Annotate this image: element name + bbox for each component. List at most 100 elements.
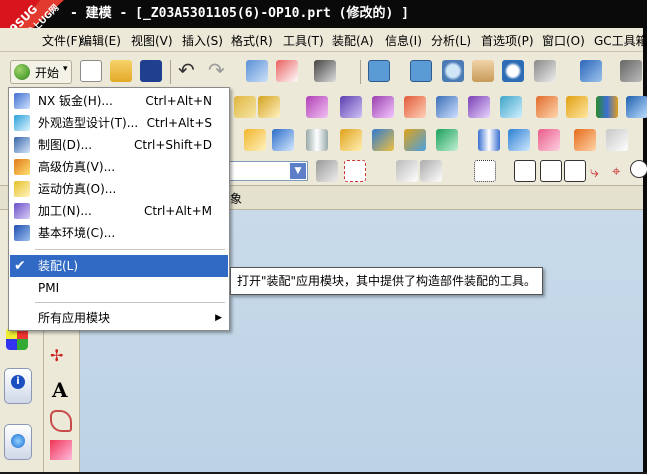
patch-icon[interactable] (606, 129, 628, 151)
trim-body-icon[interactable] (566, 96, 588, 118)
menu-item-label: 外观造型设计(T)... (38, 116, 139, 130)
menu-item-shortcut: Ctrl+Alt+M (143, 204, 212, 218)
select-edge-icon[interactable] (420, 160, 442, 182)
through-curves-icon[interactable] (272, 129, 294, 151)
annotation-icon[interactable] (50, 440, 72, 460)
move-object-icon[interactable] (276, 60, 298, 82)
snap-icon[interactable] (316, 160, 338, 182)
menu-preferences[interactable]: 首选项(P) (481, 32, 534, 49)
snap-intersection-icon[interactable]: ⌖ (612, 162, 620, 180)
menu-item-shortcut: Ctrl+Shift+D (134, 138, 212, 152)
menu-item-shape-studio[interactable]: 外观造型设计(T)... Ctrl+Alt+S (10, 112, 228, 134)
mirror-icon[interactable] (468, 96, 490, 118)
selection-filter-icon[interactable] (314, 60, 336, 82)
menu-file[interactable]: 文件(F) (42, 32, 82, 49)
layer-icon[interactable] (620, 60, 642, 82)
save-icon[interactable] (140, 60, 162, 82)
new-file-icon[interactable] (80, 60, 102, 82)
title-bar: - 建模 - [_Z03A5301105(6)-OP10.prt (修改的) ] (0, 0, 643, 28)
blend-icon[interactable] (404, 96, 426, 118)
thicken-icon[interactable] (574, 129, 596, 151)
draft-icon[interactable] (538, 129, 560, 151)
rectangle-select-icon[interactable] (474, 160, 496, 182)
menu-item-label: 装配(L) (38, 259, 79, 273)
start-label: 开始 (35, 66, 60, 80)
sweep-icon[interactable] (372, 96, 394, 118)
gateway-icon (14, 225, 30, 241)
extract-geometry-icon[interactable] (508, 129, 530, 151)
menu-item-manufacturing[interactable]: 加工(N)... Ctrl+Alt+M (10, 200, 228, 222)
offset-face-icon[interactable] (340, 129, 362, 151)
menu-information[interactable]: 信息(I) (385, 32, 422, 49)
menu-item-drafting[interactable]: 制图(D)... Ctrl+Shift+D (10, 134, 228, 156)
select-faces-icon[interactable] (344, 160, 366, 182)
pattern-icon[interactable] (596, 96, 618, 118)
pan-icon[interactable] (472, 60, 494, 82)
menu-item-gateway[interactable]: 基本环境(C)... (10, 222, 228, 244)
menu-item-label: PMI (38, 281, 60, 295)
surface-icon[interactable] (244, 129, 266, 151)
menu-item-motion-simulation[interactable]: 运动仿真(O)... (10, 178, 228, 200)
point-icon[interactable] (436, 129, 458, 151)
menu-assembly[interactable]: 装配(A) (332, 32, 374, 49)
spline-icon[interactable]: ✢ (50, 346, 72, 368)
orient-view-icon[interactable] (580, 60, 602, 82)
web-browser-icon[interactable] (4, 424, 32, 460)
menu-item-assembly[interactable]: ✔ 装配(L) (10, 255, 228, 277)
extrude-icon[interactable] (306, 96, 328, 118)
menu-window[interactable]: 窗口(O) (542, 32, 585, 49)
menu-gc-toolbox[interactable]: GC工具箱 (594, 32, 647, 49)
menu-view[interactable]: 视图(V) (131, 32, 173, 49)
hole-icon[interactable] (536, 96, 558, 118)
snap-midpoint-icon[interactable] (540, 160, 562, 182)
select-body-icon[interactable] (396, 160, 418, 182)
information-icon[interactable]: i (4, 368, 32, 404)
tab-partial-label: 象 (230, 192, 243, 206)
undo-icon[interactable]: ↶ (178, 58, 195, 82)
menu-tools[interactable]: 工具(T) (283, 32, 324, 49)
chevron-down-icon[interactable]: ▼ (290, 163, 306, 179)
split-body-icon[interactable] (478, 129, 500, 151)
fit-view-icon[interactable] (368, 60, 390, 82)
start-button[interactable]: 开始 ▾ (10, 60, 72, 84)
snap-arc-center-icon[interactable]: ⤷ (590, 162, 599, 182)
shell-icon[interactable] (500, 96, 522, 118)
menu-item-pmi[interactable]: PMI (10, 277, 228, 299)
menu-format[interactable]: 格式(R) (231, 32, 273, 49)
shape-icon[interactable] (50, 410, 72, 432)
advanced-simulation-icon (14, 159, 30, 175)
sketch-icon[interactable] (234, 96, 256, 118)
menu-analysis[interactable]: 分析(L) (431, 32, 471, 49)
snap-circle-icon[interactable] (630, 160, 647, 178)
menu-edit[interactable]: 编辑(E) (80, 32, 121, 49)
system-materials-icon[interactable] (6, 328, 28, 350)
rendering-style-icon[interactable] (534, 60, 556, 82)
start-menu: NX 钣金(H)... Ctrl+Alt+N 外观造型设计(T)... Ctrl… (8, 87, 230, 331)
menu-item-label: 制图(D)... (38, 138, 93, 152)
menu-item-label: NX 钣金(H)... (38, 94, 113, 108)
menu-item-advanced-simulation[interactable]: 高级仿真(V)... (10, 156, 228, 178)
redo-icon[interactable]: ↷ (208, 58, 225, 82)
menu-item-sheet-metal[interactable]: NX 钣金(H)... Ctrl+Alt+N (10, 90, 228, 112)
open-folder-icon[interactable] (110, 60, 132, 82)
menu-item-all-applications[interactable]: 所有应用模块 ▶ (10, 307, 228, 329)
text-icon[interactable]: A (52, 378, 74, 402)
standard-toolbar: 开始 ▾ ↶ ↷ (0, 52, 643, 90)
cylinder-icon[interactable] (306, 129, 328, 151)
snap-endpoint-icon[interactable] (514, 160, 536, 182)
unite-icon[interactable] (626, 96, 647, 118)
transform-icon[interactable] (246, 60, 268, 82)
rotate-icon[interactable] (502, 60, 524, 82)
menu-insert[interactable]: 插入(S) (182, 32, 223, 49)
menu-item-label: 运动仿真(O)... (38, 182, 117, 196)
drafting-icon (14, 137, 30, 153)
sheet-metal-icon (14, 93, 30, 109)
sew-icon[interactable] (404, 129, 426, 151)
datum-plane-icon[interactable] (258, 96, 280, 118)
zoom-window-icon[interactable] (410, 60, 432, 82)
revolve-icon[interactable] (340, 96, 362, 118)
snap-control-point-icon[interactable] (564, 160, 586, 182)
block-icon[interactable] (372, 129, 394, 151)
zoom-icon[interactable] (442, 60, 464, 82)
chamfer-icon[interactable] (436, 96, 458, 118)
